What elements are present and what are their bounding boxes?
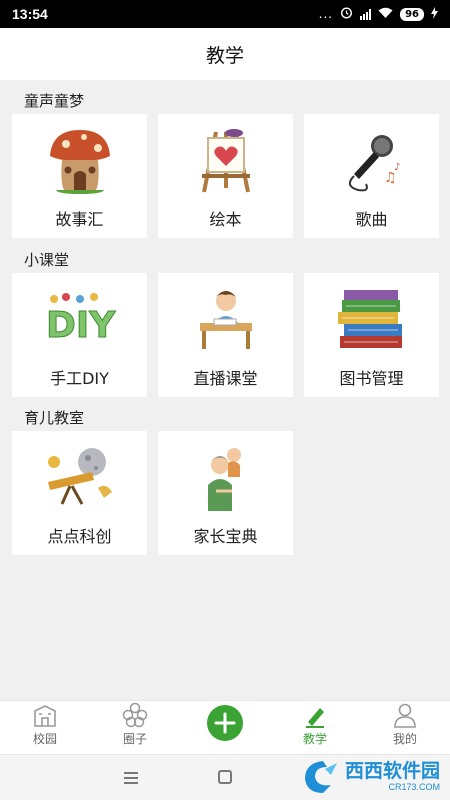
microphone-icon: ♫ ♪	[304, 120, 439, 200]
card-label: 直播课堂	[193, 369, 258, 388]
status-dots: ...	[318, 7, 334, 21]
card-science[interactable]: 点点科创	[12, 431, 147, 555]
watermark-logo-icon	[304, 761, 337, 793]
wifi-icon	[378, 7, 393, 22]
plus-icon	[207, 705, 243, 741]
system-nav-bar: 西西软件园 CR173.COM	[0, 754, 450, 800]
tab-label: 校园	[32, 732, 57, 746]
parent-child-icon	[158, 437, 293, 517]
section-title-yuer: 育儿教室	[24, 409, 85, 427]
easel-heart-icon	[158, 120, 293, 200]
student-desk-icon	[158, 279, 293, 359]
status-time: 13:54	[12, 6, 48, 22]
card-label: 图书管理	[339, 369, 404, 388]
tab-school[interactable]: 校园	[0, 701, 90, 754]
svg-text:♪: ♪	[394, 162, 400, 173]
school-building-icon	[31, 702, 59, 728]
tab-label: 教学	[302, 732, 327, 746]
card-label: 歌曲	[355, 210, 388, 229]
card-live-class[interactable]: 直播课堂	[158, 273, 293, 397]
card-picture-book[interactable]: 绘本	[158, 114, 293, 238]
tab-teaching[interactable]: 教学	[270, 701, 360, 754]
watermark-subtext: CR173.COM	[388, 782, 440, 792]
home-icon[interactable]	[218, 770, 232, 784]
mushroom-house-icon	[12, 120, 147, 200]
section-title-tongsheng: 童声童梦	[24, 92, 85, 110]
diy-letters-icon: DIY	[12, 279, 147, 359]
telescope-icon	[12, 437, 147, 517]
card-label: 故事汇	[55, 210, 104, 229]
status-bar: 13:54 ... 96	[0, 0, 450, 28]
alarm-icon	[340, 6, 353, 22]
svg-text:DIY: DIY	[46, 305, 116, 346]
card-label: 点点科创	[47, 527, 112, 546]
tab-add[interactable]	[180, 701, 270, 754]
tab-label: 我的	[392, 732, 417, 746]
watermark-text: 西西软件园	[344, 760, 440, 782]
pencil-icon	[301, 702, 329, 728]
tab-label: 圈子	[122, 732, 147, 746]
battery-icon: 96	[400, 7, 424, 21]
bottom-tab-bar: 校园 圈子 教学 我的	[0, 700, 450, 754]
card-label: 绘本	[209, 210, 242, 229]
person-icon	[391, 702, 419, 728]
card-songs[interactable]: ♫ ♪ 歌曲	[304, 114, 439, 238]
card-story[interactable]: 故事汇	[12, 114, 147, 238]
page-header: 教学	[0, 28, 450, 80]
watermark: 西西软件园 CR173.COM	[301, 759, 440, 795]
menu-icon[interactable]	[124, 772, 138, 784]
card-library[interactable]: 图书管理	[304, 273, 439, 397]
signal-icon	[360, 8, 372, 20]
flower-circle-icon	[121, 702, 149, 728]
card-label: 家长宝典	[193, 527, 258, 546]
card-parenting[interactable]: 家长宝典	[158, 431, 293, 555]
card-diy[interactable]: DIY 手工DIY	[12, 273, 147, 397]
book-stack-icon	[304, 279, 439, 359]
card-label: 手工DIY	[50, 369, 109, 388]
tab-mine[interactable]: 我的	[360, 701, 450, 754]
section-title-xiaoketang: 小课堂	[24, 251, 70, 269]
charging-icon	[431, 6, 438, 22]
status-icons: ... 96	[319, 6, 438, 22]
page-title: 教学	[205, 44, 244, 67]
tab-circle[interactable]: 圈子	[90, 701, 180, 754]
